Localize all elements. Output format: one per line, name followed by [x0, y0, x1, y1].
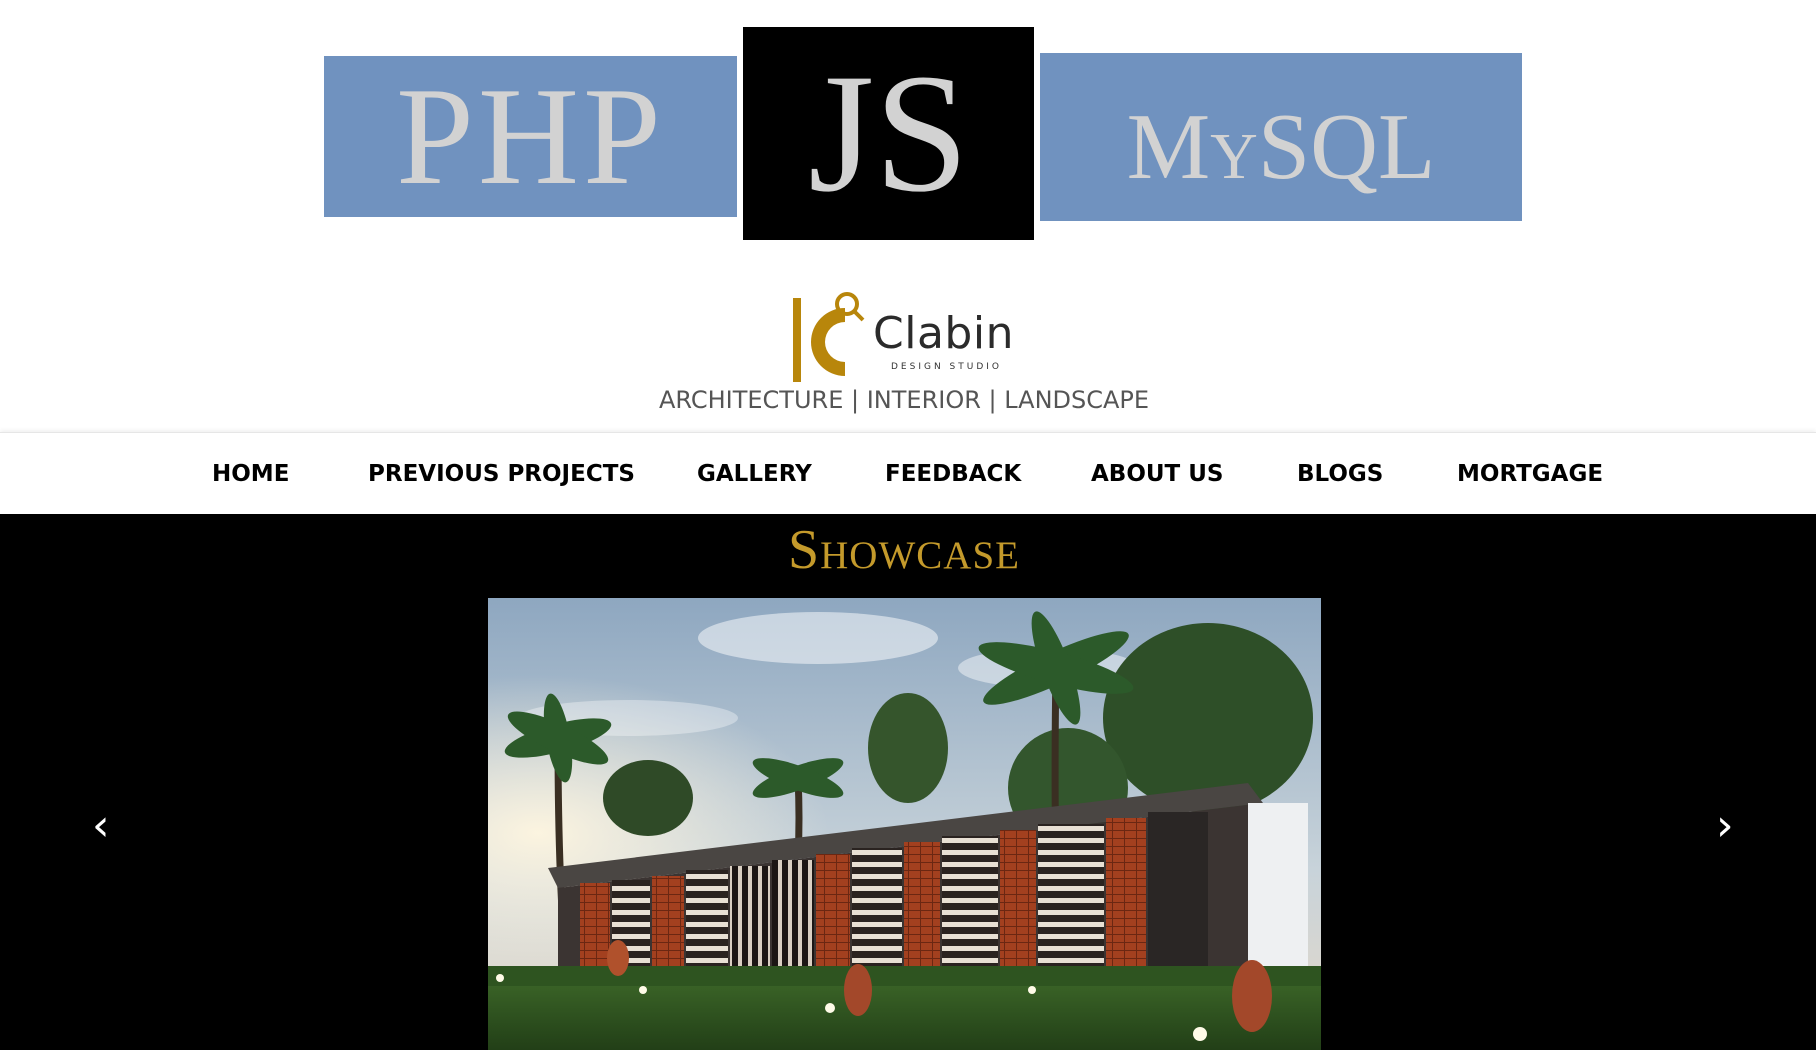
nav-item-previous-projects[interactable]: PREVIOUS PROJECTS — [368, 433, 635, 515]
js-label: JS — [808, 39, 969, 227]
php-banner-block: PHP — [324, 56, 737, 217]
nav-item-feedback[interactable]: FEEDBACK — [885, 433, 1021, 515]
architecture-render-illustration — [488, 598, 1321, 1050]
showcase-slide-image — [488, 598, 1321, 1050]
nav-item-home[interactable]: HOME — [212, 433, 289, 515]
showcase-title: Showcase — [788, 519, 1020, 581]
header-banner: PHP JS MySQL — [0, 0, 1816, 250]
brand-subtitle: DESIGN STUDIO — [891, 362, 1003, 372]
nav-item-mortgage[interactable]: MORTGAGE — [1457, 433, 1603, 515]
clabin-logo[interactable]: Clabin DESIGN STUDIO — [793, 290, 1023, 385]
brand-name: Clabin — [873, 308, 1014, 359]
brand-tagline: ARCHITECTURE | INTERIOR | LANDSCAPE — [658, 386, 1150, 414]
clabin-logo-mark-icon — [793, 292, 865, 382]
php-label: PHP — [396, 59, 665, 214]
showcase-section: Showcase ‹ › — [0, 514, 1816, 1050]
js-banner-block: JS — [743, 27, 1034, 240]
nav-item-about-us[interactable]: ABOUT US — [1091, 433, 1224, 515]
main-nav: HOME PREVIOUS PROJECTS GALLERY FEEDBACK … — [0, 432, 1816, 515]
nav-item-blogs[interactable]: BLOGS — [1297, 433, 1383, 515]
mysql-banner-block: MySQL — [1040, 53, 1522, 221]
carousel-prev-icon[interactable]: ‹ — [92, 804, 110, 848]
mysql-label: MySQL — [1126, 95, 1436, 199]
carousel-next-icon[interactable]: › — [1716, 804, 1734, 848]
nav-item-gallery[interactable]: GALLERY — [697, 433, 812, 515]
